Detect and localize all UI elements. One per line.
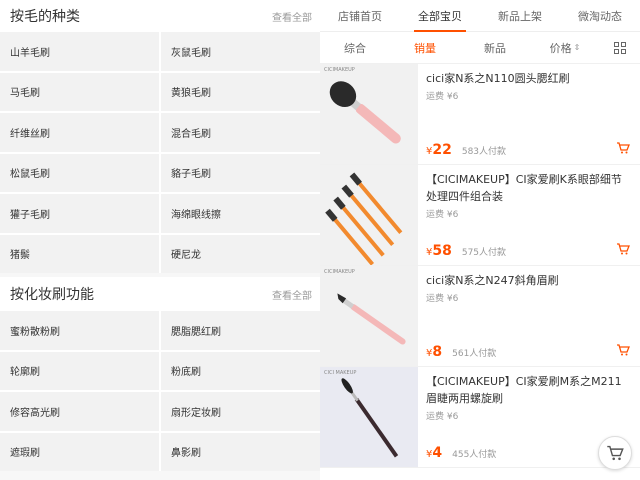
add-to-cart-icon[interactable]	[616, 240, 630, 259]
category-item[interactable]: 獾子毛刷	[0, 194, 159, 233]
sort-arrows-icon: ⇕	[573, 43, 581, 52]
category-item[interactable]: 貉子毛刷	[161, 153, 320, 192]
category-item[interactable]: 海绵眼线擦	[161, 194, 320, 233]
sort-newest[interactable]: 新品	[460, 40, 530, 56]
section-header-hair-type: 按毛的种类 查看全部	[0, 0, 320, 32]
product-item[interactable]: CICIMAKEUP cici家N系之N247斜角眉刷 运费 ¥6 ¥ 8 56…	[320, 266, 640, 367]
category-panel: 按毛的种类 查看全部 山羊毛刷 灰鼠毛刷 马毛刷 黄狼毛刷 纤维丝刷 混合毛刷 …	[0, 0, 320, 480]
product-item[interactable]: CICI MAKEUP 【CICIMAKEUP】CI家爱刷M系之M211眉睫两用…	[320, 367, 640, 468]
shopping-cart-button[interactable]	[598, 436, 632, 470]
category-item[interactable]: 遮瑕刷	[0, 432, 159, 471]
product-item[interactable]: 【CICIMAKEUP】CI家爱刷K系眼部细节处理四件组合装 运费 ¥6 ¥ 5…	[320, 165, 640, 266]
product-title[interactable]: 【CICIMAKEUP】CI家爱刷K系眼部细节处理四件组合装	[426, 171, 632, 205]
grid-view-icon	[614, 41, 626, 54]
product-image[interactable]: CICI MAKEUP	[320, 367, 418, 467]
category-item[interactable]: 腮脂腮红刷	[161, 311, 320, 350]
category-item[interactable]: 猪鬃	[0, 234, 159, 273]
category-item[interactable]: 蜜粉散粉刷	[0, 311, 159, 350]
product-image[interactable]: CICIMAKEUP	[320, 266, 418, 366]
add-to-cart-icon[interactable]	[616, 341, 630, 360]
sort-bar: 综合 销量 新品 价格 ⇕	[320, 32, 640, 64]
brush-image	[337, 293, 406, 345]
hair-type-grid: 山羊毛刷 灰鼠毛刷 马毛刷 黄狼毛刷 纤维丝刷 混合毛刷 松鼠毛刷 貉子毛刷 獾…	[0, 32, 320, 273]
category-item[interactable]: 山羊毛刷	[0, 32, 159, 71]
category-item[interactable]: 扇形定妆刷	[161, 392, 320, 431]
add-to-cart-icon[interactable]	[616, 139, 630, 158]
category-item[interactable]: 鼻影刷	[161, 432, 320, 471]
category-item[interactable]: 粉底刷	[161, 351, 320, 390]
category-item[interactable]: 灰鼠毛刷	[161, 32, 320, 71]
product-price: 58	[432, 243, 452, 259]
sold-count: 583人付款	[461, 147, 507, 157]
product-price: 4	[432, 445, 443, 461]
product-list: CICIMAKEUP cici家N系之N110圆头腮红刷 运费 ¥6 ¥ 22 …	[320, 64, 640, 468]
tab-shop-home[interactable]: 店铺首页	[320, 0, 400, 31]
thumb-tag: CICIMAKEUP	[324, 67, 355, 73]
sold-count: 455人付款	[452, 450, 497, 460]
thumb-tag: CICIMAKEUP	[324, 269, 355, 275]
shop-tabs: 店铺首页 全部宝贝 新品上架 微淘动态	[320, 0, 640, 32]
product-title[interactable]: cici家N系之N110圆头腮红刷	[426, 70, 632, 87]
tab-new-arrivals[interactable]: 新品上架	[480, 0, 560, 31]
grid-view-toggle[interactable]	[600, 41, 640, 54]
sort-price-label: 价格	[549, 41, 572, 55]
category-item[interactable]: 轮廓刷	[0, 351, 159, 390]
sold-count: 575人付款	[461, 248, 507, 258]
shipping-fee: 运费 ¥6	[426, 294, 459, 304]
sort-composite[interactable]: 综合	[320, 40, 390, 56]
category-item[interactable]: 黄狼毛刷	[161, 72, 320, 111]
category-item[interactable]: 松鼠毛刷	[0, 153, 159, 192]
thumb-tag: CICI MAKEUP	[324, 370, 357, 376]
product-title[interactable]: 【CICIMAKEUP】CI家爱刷M系之M211眉睫两用螺旋刷	[426, 373, 632, 407]
product-item[interactable]: CICIMAKEUP cici家N系之N110圆头腮红刷 运费 ¥6 ¥ 22 …	[320, 64, 640, 165]
category-item[interactable]: 硬尼龙	[161, 234, 320, 273]
shipping-fee: 运费 ¥6	[426, 412, 459, 422]
view-all-link[interactable]: 查看全部	[272, 287, 312, 302]
product-title[interactable]: cici家N系之N247斜角眉刷	[426, 272, 632, 289]
function-grid: 蜜粉散粉刷 腮脂腮红刷 轮廓刷 粉底刷 修容高光刷 扇形定妆刷 遮瑕刷 鼻影刷	[0, 311, 320, 471]
sort-sales[interactable]: 销量	[390, 40, 460, 56]
brush-image	[329, 81, 401, 144]
category-item[interactable]: 马毛刷	[0, 72, 159, 111]
sold-count: 561人付款	[452, 349, 497, 359]
product-price: 8	[432, 344, 443, 360]
tab-updates[interactable]: 微淘动态	[560, 0, 640, 31]
section-title: 按毛的种类	[10, 9, 80, 25]
sort-price[interactable]: 价格 ⇕	[530, 40, 600, 56]
category-item[interactable]: 混合毛刷	[161, 113, 320, 152]
cart-icon	[607, 445, 624, 461]
product-image[interactable]: CICIMAKEUP	[320, 64, 418, 164]
shipping-fee: 运费 ¥6	[426, 92, 459, 102]
category-item[interactable]: 纤维丝刷	[0, 113, 159, 152]
product-price: 22	[432, 142, 452, 158]
section-header-function: 按化妆刷功能 查看全部	[0, 277, 320, 311]
brush-set-image	[325, 172, 403, 265]
shipping-fee: 运费 ¥6	[426, 210, 459, 220]
category-item[interactable]: 修容高光刷	[0, 392, 159, 431]
spiral-brush-image	[320, 367, 418, 467]
tab-all-items[interactable]: 全部宝贝	[400, 0, 480, 32]
view-all-link[interactable]: 查看全部	[272, 9, 312, 24]
product-image[interactable]	[320, 165, 418, 265]
section-title: 按化妆刷功能	[10, 287, 94, 303]
shop-panel: 店铺首页 全部宝贝 新品上架 微淘动态 综合 销量 新品 价格 ⇕ CICIMA…	[320, 0, 640, 480]
